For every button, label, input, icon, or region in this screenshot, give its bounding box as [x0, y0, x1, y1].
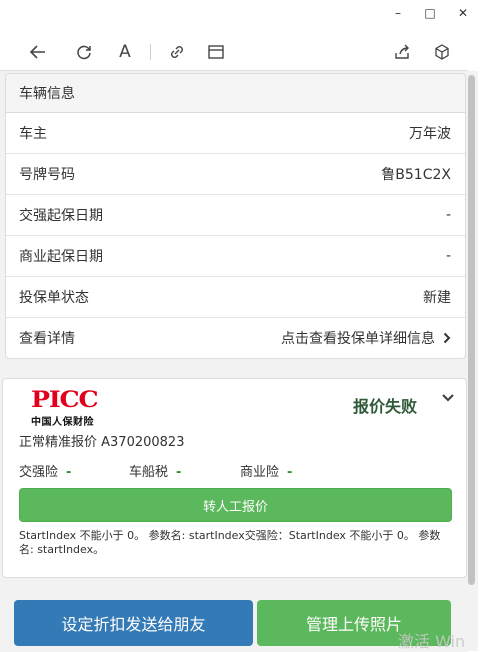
browser-toolbar: A	[0, 34, 480, 70]
close-button[interactable]: ✕	[451, 4, 475, 22]
row-label: 投保单状态	[19, 290, 89, 306]
chevron-down-icon[interactable]	[441, 391, 455, 405]
row-commercial-start: 商业起保日期 -	[6, 236, 465, 277]
vehicle-info-panel: 车辆信息 车主 万年波 号牌号码 鲁B51C2X 交强起保日期 - 商业起保日期…	[5, 73, 466, 359]
view-details-link[interactable]: 点击查看投保单详细信息	[281, 328, 451, 348]
picc-logo: PICC 中国人保财险	[31, 387, 99, 428]
share-icon[interactable]	[388, 38, 416, 66]
share-discount-button[interactable]: 设定折扣发送给朋友	[14, 600, 253, 646]
row-label: 查看详情	[19, 331, 75, 347]
row-value: -	[445, 248, 451, 264]
scrollbar-thumb[interactable]	[468, 75, 475, 585]
view-details-text[interactable]: 点击查看投保单详细信息	[281, 328, 435, 348]
row-value: -	[445, 207, 451, 223]
vehicle-tax: 车船税 -	[129, 465, 182, 480]
font-icon[interactable]: A	[111, 38, 139, 66]
row-label: 交强起保日期	[19, 208, 103, 224]
chevron-right-icon	[443, 332, 451, 344]
row-label: 商业起保日期	[19, 249, 103, 265]
row-view-details[interactable]: 查看详情 点击查看投保单详细信息	[6, 318, 465, 358]
page-content: 车辆信息 车主 万年波 号牌号码 鲁B51C2X 交强起保日期 - 商业起保日期…	[0, 70, 468, 652]
refresh-icon[interactable]	[70, 38, 98, 66]
manual-quote-button[interactable]: 转人工报价	[19, 488, 452, 522]
link-icon[interactable]	[163, 38, 191, 66]
quote-id: 正常精准报价 A370200823	[19, 435, 185, 450]
row-plate: 号牌号码 鲁B51C2X	[6, 154, 465, 195]
row-value: 万年波	[409, 126, 451, 142]
row-compulsory-start: 交强起保日期 -	[6, 195, 465, 236]
row-owner: 车主 万年波	[6, 113, 465, 154]
back-arrow-icon[interactable]	[24, 38, 52, 66]
row-label: 车主	[19, 126, 47, 142]
window-titlebar: – □ ✕	[0, 0, 480, 28]
quote-status: 报价失败	[353, 397, 418, 416]
row-value: 新建	[423, 290, 451, 306]
minimize-button[interactable]: –	[386, 4, 410, 22]
compulsory-insurance: 交强险 -	[19, 465, 72, 480]
cube-icon[interactable]	[428, 38, 456, 66]
toolbar-separator	[150, 44, 151, 60]
activation-watermark: 激活 Win	[398, 632, 466, 651]
row-policy-status: 投保单状态 新建	[6, 277, 465, 318]
commercial-insurance: 商业险 -	[240, 465, 293, 480]
row-label: 号牌号码	[19, 167, 75, 183]
window-icon[interactable]	[202, 38, 230, 66]
row-value: 鲁B51C2X	[381, 167, 451, 183]
error-message: StartIndex 不能小于 0。 参数名: startIndex交强险：St…	[19, 529, 441, 556]
maximize-button[interactable]: □	[418, 4, 442, 22]
quote-card: PICC 中国人保财险 报价失败 正常精准报价 A370200823 交强险 - …	[2, 378, 467, 578]
panel-title: 车辆信息	[6, 74, 465, 113]
